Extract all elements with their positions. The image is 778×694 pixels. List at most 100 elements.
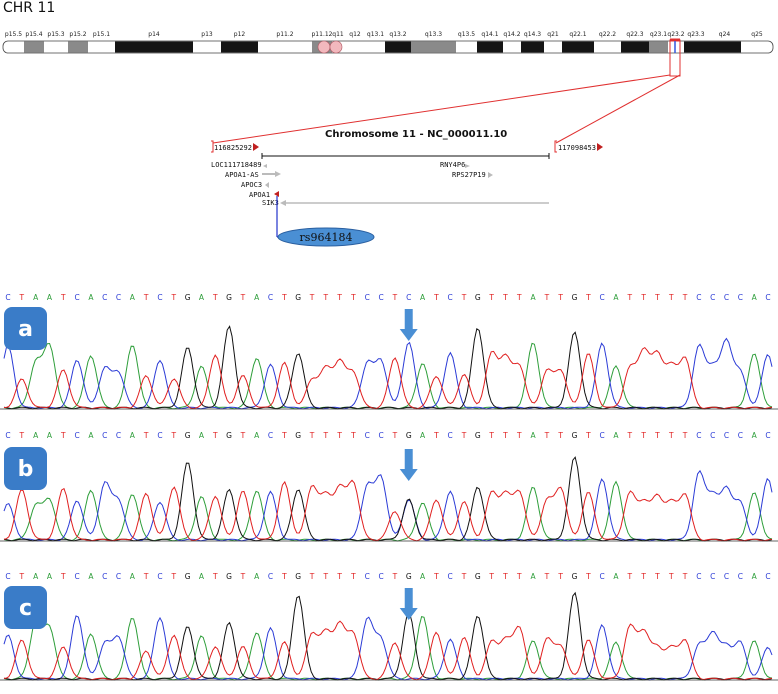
base-call: T [336, 431, 342, 440]
end-marker-icon [597, 143, 603, 151]
band-label: p15.4 [25, 31, 42, 38]
base-call: T [668, 431, 674, 440]
base-call: G [185, 431, 191, 440]
trace-C [3, 337, 773, 410]
base-call: A [199, 293, 205, 302]
base-call: C [365, 293, 370, 302]
base-call: T [336, 572, 342, 581]
base-call: A [752, 572, 758, 581]
region-zoom: Chromosome 11 - NC_000011.10 116825292 1… [211, 74, 681, 247]
base-call: G [226, 431, 232, 440]
band-label: q14.3 [524, 31, 541, 38]
chromosome-band [411, 41, 456, 53]
base-call: A [88, 293, 94, 302]
band-label: q25 [751, 31, 763, 38]
base-call: A [33, 431, 39, 440]
base-call: T [212, 572, 218, 581]
base-call: G [226, 293, 232, 302]
start-marker-icon [253, 143, 259, 151]
base-call: T [19, 431, 25, 440]
chromosome-band [221, 41, 258, 53]
base-call: T [143, 431, 149, 440]
base-call: G [475, 431, 481, 440]
base-call: A [752, 431, 758, 440]
gene-label: APOA1 [249, 191, 270, 199]
trace-C [3, 615, 773, 681]
base-call: T [392, 572, 398, 581]
band-label: p13 [201, 31, 213, 38]
band-label: p12 [234, 31, 246, 38]
base-call: C [157, 293, 162, 302]
base-call: T [281, 572, 287, 581]
base-call: A [531, 431, 537, 440]
chromosome-band [477, 41, 503, 53]
region-end: 117098453 [558, 144, 596, 152]
band-label: p11.2 [276, 31, 293, 38]
trace-T [3, 346, 773, 410]
base-call: T [433, 431, 439, 440]
base-call: T [461, 572, 467, 581]
base-call: T [212, 293, 218, 302]
band-label: q12 [349, 31, 361, 38]
base-call: T [488, 293, 494, 302]
base-call: T [544, 572, 550, 581]
base-call: T [627, 572, 633, 581]
base-call: C [102, 572, 107, 581]
snp-label: rs964184 [300, 231, 353, 244]
gene-arrow-icon [263, 164, 267, 168]
chromatogram-panels: CTAATCACCATCTGATGTACTGTTTTCCTCATCTGTTTAT… [0, 293, 778, 681]
base-call: G [226, 572, 232, 581]
base-call: C [406, 293, 411, 302]
base-call: A [254, 293, 260, 302]
base-call: T [19, 572, 25, 581]
chromosome-band [24, 41, 44, 53]
start-bracket [211, 140, 214, 153]
base-call: T [461, 293, 467, 302]
band-label: q13.5 [458, 31, 475, 38]
band-label: q23.3 [687, 31, 704, 38]
base-call: C [696, 293, 701, 302]
base-call: C [600, 431, 605, 440]
base-call: T [544, 293, 550, 302]
base-call: T [682, 431, 688, 440]
chromosome-band [68, 41, 88, 53]
base-call: T [171, 293, 177, 302]
band-label: p15.2 [69, 31, 86, 38]
base-call: G [572, 293, 578, 302]
gene-label: APOC3 [241, 181, 262, 189]
base-call: C [765, 572, 770, 581]
base-call: T [585, 431, 591, 440]
base-call: C [157, 431, 162, 440]
base-call: C [724, 431, 729, 440]
base-call: C [600, 293, 605, 302]
band-label: p15.3 [47, 31, 64, 38]
band-label: q13.1 [367, 31, 384, 38]
chromosome-band [708, 41, 741, 53]
base-call: T [392, 293, 398, 302]
base-call: T [350, 431, 356, 440]
base-call: C [448, 431, 453, 440]
base-call: G [475, 572, 481, 581]
base-call: A [420, 572, 426, 581]
base-call: T [682, 293, 688, 302]
base-call: G [475, 293, 481, 302]
base-call: T [654, 572, 660, 581]
base-call: A [199, 572, 205, 581]
base-call: T [502, 293, 508, 302]
base-call: C [268, 431, 273, 440]
chromosome-band [684, 41, 708, 53]
base-call: T [336, 293, 342, 302]
base-call: T [19, 293, 25, 302]
base-call: T [502, 431, 508, 440]
trace-C [3, 469, 773, 542]
base-call: G [406, 431, 412, 440]
centromere [317, 40, 331, 54]
base-call: T [60, 572, 66, 581]
base-call: T [682, 572, 688, 581]
base-call: T [281, 293, 287, 302]
chromosome-band [521, 41, 544, 53]
base-call: C [157, 572, 162, 581]
base-call: C [74, 431, 79, 440]
base-call: T [585, 293, 591, 302]
band-labels: p15.5 p15.4 p15.3 p15.2 p15.1 p14 p13 p12 p11.2 p… [5, 31, 763, 38]
